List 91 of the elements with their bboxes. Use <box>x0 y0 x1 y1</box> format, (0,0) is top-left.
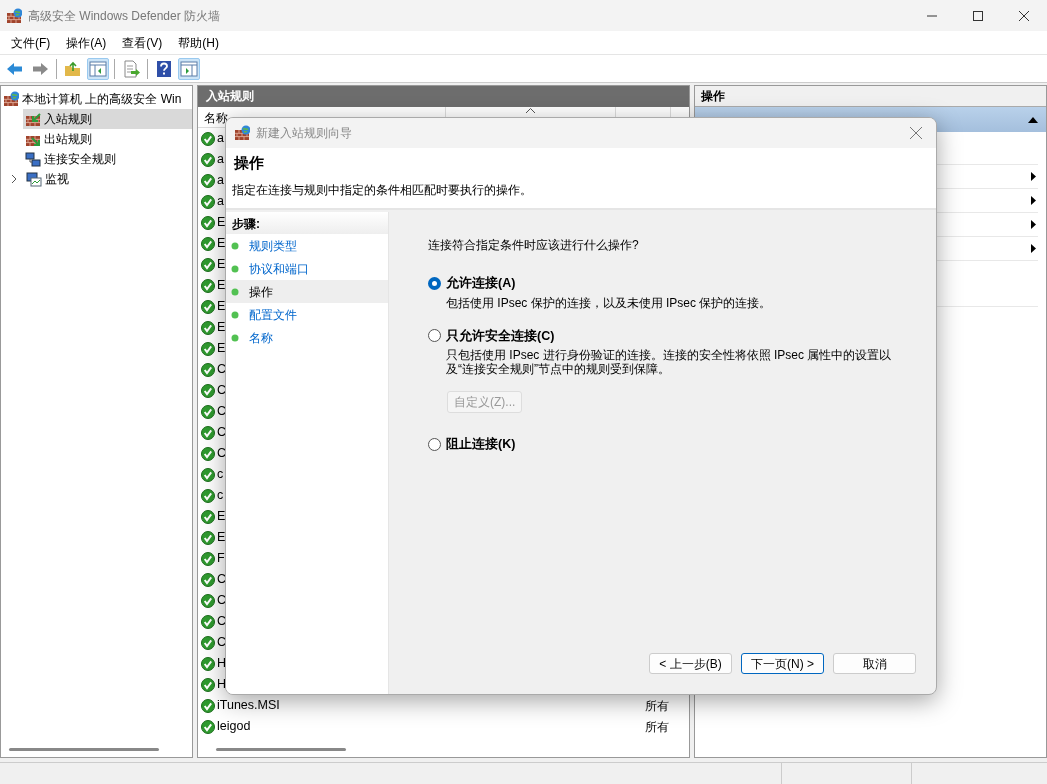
rule-name: C <box>217 403 227 421</box>
firewall-icon <box>234 125 250 141</box>
rule-name: E <box>217 256 226 274</box>
console-tree-button[interactable] <box>87 57 109 80</box>
rule-name: H <box>217 676 227 694</box>
firewall-icon <box>3 91 19 107</box>
rule-name: iTunes.MSI <box>217 697 280 715</box>
profile-cell-text: 所有 <box>645 697 669 715</box>
rule-name: a <box>217 151 224 169</box>
rule-name: C <box>217 634 227 652</box>
rule-name: C <box>217 613 227 631</box>
rule-name: c <box>217 466 224 484</box>
chevron-icon[interactable] <box>9 174 19 184</box>
step-dot-icon <box>231 333 239 342</box>
option-description: 包括使用 IPsec 保护的连接，以及未使用 IPsec 保护的连接。 <box>446 296 773 311</box>
rule-name: leigod <box>217 718 251 736</box>
rule-name: F <box>217 550 225 568</box>
question-text: 连接符合指定条件时应该进行什么操作? <box>428 237 640 254</box>
step-dot-icon <box>231 310 239 319</box>
rule-name: C <box>217 361 227 379</box>
submenu-arrow-icon <box>1031 220 1036 229</box>
collapse-triangle-icon <box>1028 116 1038 123</box>
submenu-arrow-icon <box>1031 244 1036 253</box>
radio-button[interactable] <box>428 437 441 451</box>
next-button[interactable]: 下一页(N) > <box>741 653 824 674</box>
rule-name: c <box>217 487 224 505</box>
pane-title: 操作 <box>695 86 1046 107</box>
option-description: 只包括使用 IPsec 进行身份验证的连接。连接的安全性将依照 IPsec 属性中的设置以及“连接安全规则”节点中的规则受到保障。 <box>446 349 893 377</box>
tree-item[interactable]: 监视 <box>7 169 192 189</box>
connection-security-icon <box>25 151 41 167</box>
dialog-button[interactable]: < 上一步(B) <box>649 653 732 674</box>
rule-name: E <box>217 319 226 337</box>
step-dot-icon <box>231 241 239 250</box>
option-label[interactable]: 阻止连接(K) <box>446 434 516 454</box>
rule-name: E <box>217 277 226 295</box>
monitor-icon <box>26 171 42 187</box>
rule-name: E <box>217 235 226 253</box>
scrollbar-thumb[interactable] <box>216 748 346 751</box>
rule-name: a <box>217 130 224 148</box>
scrollbar-thumb[interactable] <box>9 748 159 751</box>
dialog-heading: 操作 <box>234 153 265 173</box>
step-link[interactable]: 协议和端口 <box>249 259 309 278</box>
rule-name: E <box>217 529 226 547</box>
maximize-icon <box>973 10 983 21</box>
menu-item[interactable]: 帮助(H) <box>170 31 227 54</box>
pane-title: 入站规则 <box>198 86 689 107</box>
menu-item[interactable]: 文件(F) <box>3 31 59 54</box>
radio-button[interactable] <box>428 329 441 343</box>
step-link[interactable]: 配置文件 <box>249 305 297 324</box>
tree-item[interactable]: 出站规则 <box>23 129 192 149</box>
export-list-icon <box>122 59 140 78</box>
rule-name: C <box>217 382 227 400</box>
rule-name: E <box>217 214 226 232</box>
step-link[interactable]: 规则类型 <box>249 236 297 255</box>
radio-button[interactable] <box>428 276 441 290</box>
rule-name: E <box>217 340 226 358</box>
rule-name: C <box>217 424 227 442</box>
tree-root[interactable]: 本地计算机 上的高级安全 Win <box>22 90 182 108</box>
submenu-arrow-icon <box>1031 172 1036 181</box>
menu-item[interactable]: 操作(A) <box>58 31 115 54</box>
help-icon <box>155 59 173 78</box>
option-label[interactable]: 只允许安全连接(C) <box>446 326 555 346</box>
option-label[interactable]: 允许连接(A) <box>446 274 516 293</box>
firewall-icon <box>6 7 22 24</box>
rule-name: C <box>217 592 227 610</box>
rule-name: C <box>217 571 227 589</box>
menu-item[interactable]: 查看(V) <box>114 31 171 54</box>
tree-item[interactable]: 连接安全规则 <box>23 149 192 169</box>
current-step: 操作 <box>249 282 273 301</box>
step-dot-icon <box>231 287 239 296</box>
profile-cell-text: 所有 <box>645 718 669 736</box>
step-dot-icon <box>231 264 239 273</box>
console-tree-icon <box>89 59 107 78</box>
folder-up-icon <box>64 59 82 78</box>
rule-name: H <box>217 655 227 673</box>
step-link[interactable]: 名称 <box>249 328 273 347</box>
inbound-rules-icon <box>25 111 41 127</box>
dialog-description: 指定在连接与规则中指定的条件相匹配时要执行的操作。 <box>232 181 533 199</box>
rule-name: C <box>217 445 227 463</box>
dialog-button[interactable]: 取消 <box>833 653 916 674</box>
rule-name: a <box>217 172 224 190</box>
rule-name: a <box>217 193 224 211</box>
dialog-title: 新建入站规则向导 <box>256 125 352 142</box>
submenu-arrow-icon <box>1031 196 1036 205</box>
action-pane-icon <box>180 59 198 78</box>
rule-name: E <box>217 508 226 526</box>
tree-item[interactable]: 入站规则 <box>23 109 192 129</box>
window-title: 高级安全 Windows Defender 防火墙 <box>28 7 221 25</box>
close-icon <box>909 126 923 140</box>
close-icon <box>1019 10 1029 21</box>
rule-name: E <box>217 298 226 316</box>
